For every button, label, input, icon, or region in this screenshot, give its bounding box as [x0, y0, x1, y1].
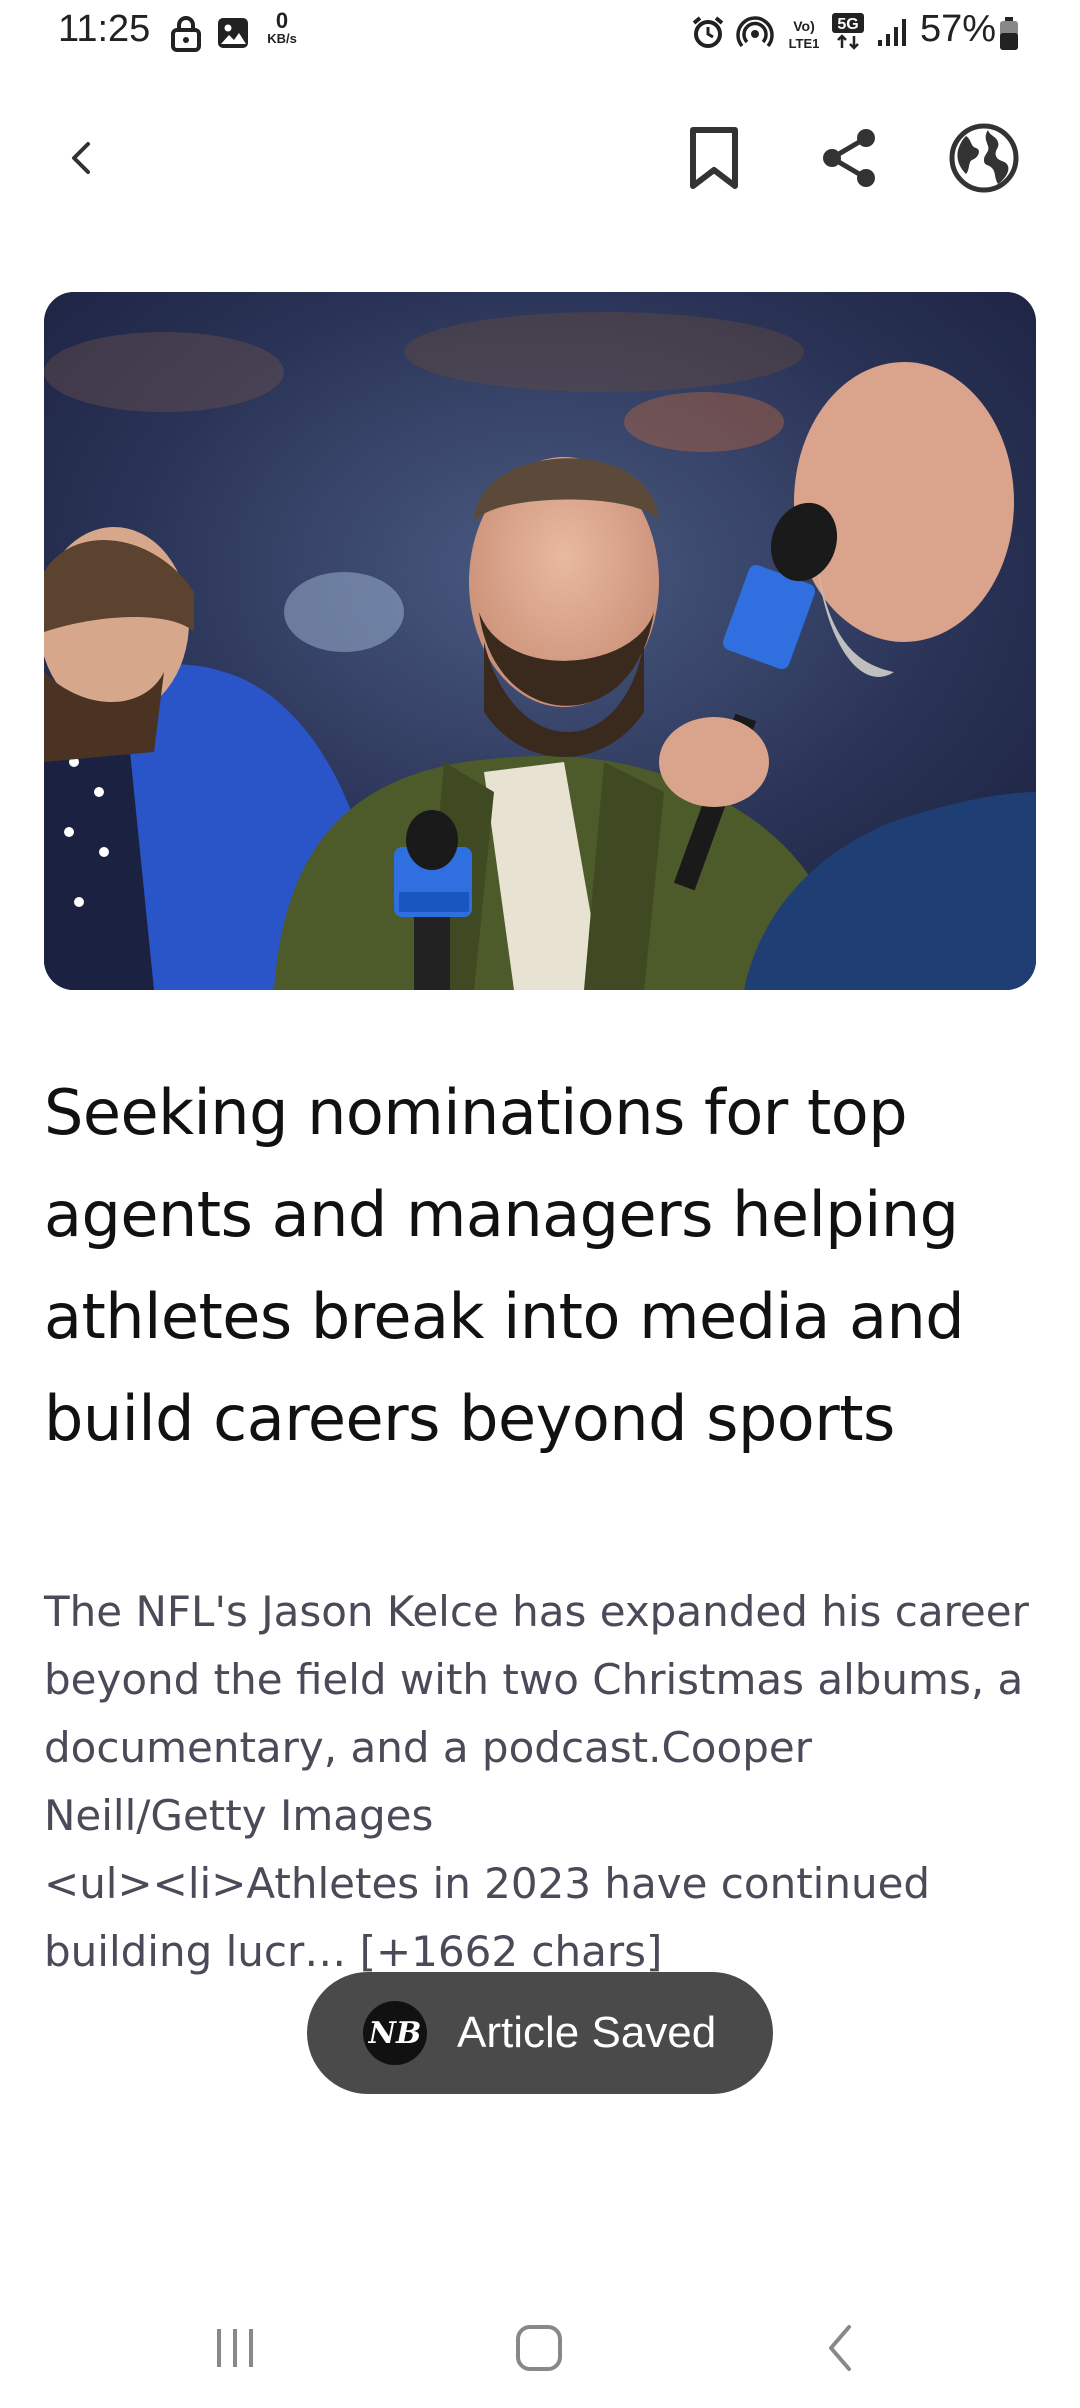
system-nav-bar: [0, 2290, 1080, 2408]
recents-icon: [211, 2325, 259, 2376]
app-logo-icon: NB: [363, 2001, 427, 2065]
signal-icon: [876, 16, 910, 53]
article-body-excerpt: The NFL's Jason Kelce has expanded his c…: [44, 1587, 1029, 1976]
toast-article-saved: NB Article Saved: [307, 1972, 773, 2094]
home-icon: [514, 2323, 564, 2378]
svg-text:Vo): Vo): [793, 18, 815, 34]
battery-percent: 57%: [920, 8, 997, 50]
volte-icon: Vo) LTE1: [784, 16, 824, 57]
back-nav-icon: [821, 2323, 861, 2378]
globe-icon: [948, 122, 1020, 199]
net-speed-unit: KB/s: [267, 31, 297, 46]
share-icon: [818, 126, 882, 195]
5g-icon: 5G: [830, 12, 866, 57]
article-headline: Seeking nominations for top agents and m…: [44, 1076, 965, 1455]
article-toolbar: [0, 110, 1080, 210]
bookmark-icon: [687, 126, 741, 195]
share-button[interactable]: [808, 118, 892, 202]
bookmark-button[interactable]: [674, 118, 754, 202]
net-speed: 0 KB/s: [258, 8, 306, 46]
status-time: 11:25: [58, 8, 151, 50]
back-button[interactable]: [44, 122, 120, 198]
toast-message: Article Saved: [457, 2008, 717, 2057]
battery-icon: [998, 16, 1020, 57]
hotspot-icon: [736, 14, 774, 55]
svg-text:5G: 5G: [837, 16, 858, 33]
article-hero-image: [44, 292, 1036, 990]
net-speed-value: 0: [275, 8, 289, 33]
nav-back-button[interactable]: [796, 2310, 886, 2390]
lock-icon: [170, 16, 202, 57]
home-button[interactable]: [494, 2310, 584, 2390]
svg-text:LTE1: LTE1: [789, 36, 820, 51]
image-icon: [216, 16, 250, 55]
open-in-browser-button[interactable]: [938, 114, 1030, 206]
alarm-icon: [690, 14, 726, 55]
recents-button[interactable]: [190, 2310, 280, 2390]
status-bar: 11:25 0 KB/s Vo) LTE1 5G 57%: [0, 0, 1080, 72]
back-icon: [62, 138, 102, 183]
